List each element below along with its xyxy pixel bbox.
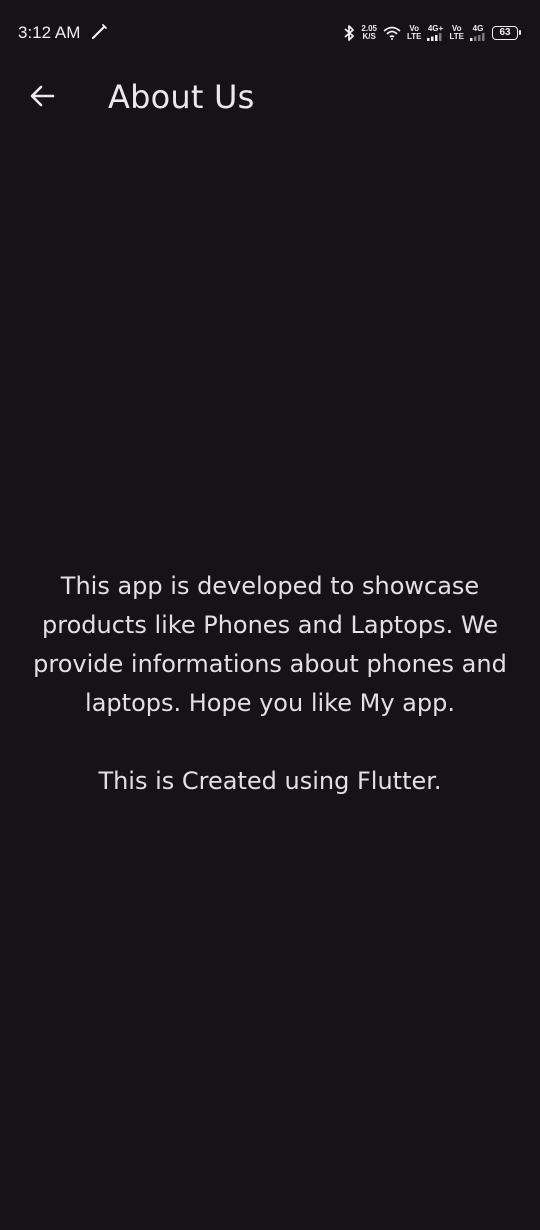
sim1-volte-bottom: LTE (406, 32, 422, 41)
back-button[interactable] (22, 78, 62, 114)
sim2-volte-bottom: LTE (449, 32, 464, 41)
sim2-network-type: 4G (472, 24, 484, 33)
edit-pen-icon (91, 24, 107, 40)
arrow-back-icon (30, 85, 55, 107)
sim1-network-type: 4G+ (427, 24, 444, 33)
bluetooth-icon (344, 25, 355, 41)
sim1-signal: 4G+ (427, 25, 443, 41)
signal-bars-icon (427, 33, 442, 41)
sim1-volte-label: Vo LTE (407, 25, 422, 41)
app-bar: About Us (0, 68, 540, 124)
sim2-volte-label: Vo LTE (449, 25, 464, 41)
about-content: This app is developed to showcase produc… (20, 567, 520, 801)
network-speed: 2.05 K/S (361, 25, 377, 41)
status-time: 3:12 AM (18, 23, 81, 42)
wifi-icon (383, 26, 401, 40)
page-title: About Us (108, 78, 255, 116)
status-icons: 2.05 K/S Vo LTE 4G+ Vo LTE 4G 63 (343, 22, 521, 44)
about-description: This app is developed to showcase produc… (33, 572, 507, 717)
network-speed-unit: K/S (362, 32, 376, 41)
about-credit: This is Created using Flutter. (98, 767, 442, 795)
signal-bars-icon (470, 33, 485, 41)
sim2-signal: 4G (470, 25, 486, 41)
battery-level: 63 (499, 27, 511, 38)
battery-icon: 63 (492, 26, 521, 40)
status-bar: 3:12 AM 2.05 K/S Vo LTE 4G+ Vo LTE 4G 63 (0, 0, 540, 68)
